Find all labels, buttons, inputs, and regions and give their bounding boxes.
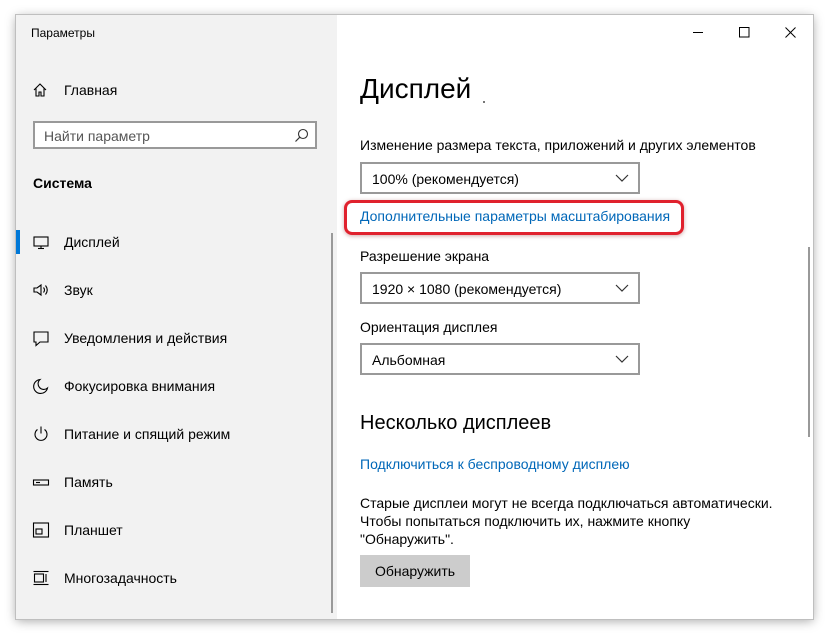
sidebar-item-notifications[interactable]: Уведомления и действия [16, 318, 337, 358]
search-input[interactable] [44, 127, 284, 145]
search-icon[interactable] [294, 128, 309, 143]
detect-text-line: Старые дисплеи могут не всегда подключат… [360, 495, 773, 511]
sidebar-item-multitasking[interactable]: Многозадачность [16, 558, 337, 598]
multitasking-icon [33, 570, 49, 586]
sidebar-item-focus-assist[interactable]: Фокусировка внимания [16, 366, 337, 406]
detect-description: Старые дисплеи могут не всегда подключат… [360, 494, 780, 548]
sidebar-item-storage[interactable]: Память [16, 462, 337, 502]
scale-value: 100% (рекомендуется) [372, 171, 519, 187]
sidebar-item-label: Питание и спящий режим [64, 426, 231, 442]
speaker-icon [33, 283, 48, 297]
navigation-pane: Параметры Главная Система Дисплей [16, 15, 337, 619]
sidebar-item-power-sleep[interactable]: Питание и спящий режим [16, 414, 337, 454]
scale-label: Изменение размера текста, приложений и д… [360, 137, 756, 153]
chevron-down-icon [615, 355, 629, 363]
orientation-label: Ориентация дисплея [360, 319, 498, 335]
monitor-icon [33, 236, 49, 250]
resolution-label: Разрешение экрана [360, 248, 490, 264]
sidebar-item-label: Звук [64, 282, 93, 298]
sidebar-item-label: Уведомления и действия [64, 330, 228, 346]
resolution-dropdown[interactable]: 1920 × 1080 (рекомендуется) [360, 272, 640, 304]
multiple-displays-title: Несколько дисплеев [360, 412, 552, 434]
sidebar-item-display[interactable]: Дисплей [16, 222, 337, 262]
sidebar-item-tablet[interactable]: Планшет [16, 510, 337, 550]
highlight-frame [344, 200, 684, 235]
chevron-down-icon [615, 284, 629, 292]
resolution-value: 1920 × 1080 (рекомендуется) [372, 281, 562, 297]
sidebar-home-label: Главная [64, 82, 118, 98]
settings-window: Параметры Главная Система Дисплей [16, 15, 813, 619]
orientation-dropdown[interactable]: Альбомная [360, 343, 640, 375]
sidebar-item-label: Память [64, 474, 113, 490]
moon-icon [33, 378, 49, 394]
chevron-down-icon [615, 174, 629, 182]
wireless-display-link[interactable]: Подключиться к беспроводному дисплею [360, 456, 630, 472]
notification-icon [33, 331, 49, 347]
section-title: Система [33, 175, 92, 191]
orientation-value: Альбомная [372, 352, 446, 368]
search-box[interactable] [33, 121, 317, 149]
sidebar-home[interactable]: Главная [16, 75, 337, 105]
sidebar-item-label: Многозадачность [64, 570, 177, 586]
sidebar-scrollbar[interactable] [331, 233, 333, 613]
sidebar-item-sound[interactable]: Звук [16, 270, 337, 310]
sidebar-item-label: Дисплей [64, 234, 120, 250]
storage-icon [32, 479, 50, 486]
detect-text-line: "Обнаружить". [360, 531, 454, 547]
sidebar-item-label: Планшет [64, 522, 123, 538]
power-icon [34, 426, 48, 441]
main-content: Дисплей Изменение размера текста, прилож… [337, 15, 813, 619]
tablet-icon [32, 522, 50, 538]
detect-button[interactable]: Обнаружить [360, 555, 470, 587]
home-icon [33, 83, 47, 97]
window-title: Параметры [31, 26, 95, 40]
sidebar-item-label: Фокусировка внимания [64, 378, 216, 394]
decorative-dot [483, 101, 485, 103]
page-title: Дисплей [360, 73, 472, 104]
scale-dropdown[interactable]: 100% (рекомендуется) [360, 162, 640, 194]
detect-text-line: Чтобы попытаться подключить их, нажмите … [360, 513, 691, 529]
content-scrollbar[interactable] [808, 247, 810, 437]
